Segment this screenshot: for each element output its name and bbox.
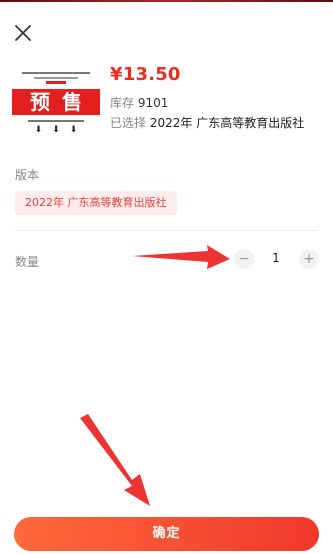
close-button[interactable]	[12, 22, 34, 44]
down-arrow-icon: ⬇	[34, 125, 43, 135]
product-price: ¥13.50	[110, 64, 181, 85]
selected-info: 已选择 2022年 广东高等教育出版社	[110, 114, 304, 131]
quantity-increase-button[interactable]: +	[299, 249, 319, 269]
stock-value: 9101	[137, 96, 169, 110]
quantity-value[interactable]: 1	[262, 251, 290, 265]
down-arrow-icon: ⬇	[69, 125, 78, 135]
thumbnail-text-line	[34, 77, 78, 79]
annotation-arrow-down	[80, 414, 150, 506]
quantity-decrease-button[interactable]: −	[234, 249, 254, 269]
presale-banner: 预售	[12, 89, 100, 115]
selected-value: 2022年 广东高等教育出版社	[149, 116, 305, 130]
quantity-label: 数量	[15, 255, 40, 269]
thumbnail-red-mark	[46, 81, 66, 84]
stock-label: 库存	[110, 96, 135, 110]
annotation-arrow-right	[132, 245, 230, 269]
thumbnail-text-line	[28, 120, 84, 122]
spec-section-label: 版本	[15, 168, 40, 182]
selected-label: 已选择	[110, 116, 147, 130]
spec-option-chip[interactable]: 2022年 广东高等教育出版社	[15, 191, 177, 215]
backdrop-overlay	[0, 0, 333, 2]
thumbnail-text-line	[22, 72, 90, 74]
down-arrow-icon: ⬇	[52, 125, 60, 135]
confirm-button[interactable]: 确定	[14, 517, 319, 551]
stock-info: 库存 9101	[110, 94, 168, 111]
thumbnail-arrows: ⬇ ⬇ ⬇	[12, 125, 100, 135]
divider	[15, 230, 318, 231]
close-icon	[15, 25, 31, 41]
product-thumbnail[interactable]: 预售 ⬇ ⬇ ⬇	[12, 66, 100, 144]
